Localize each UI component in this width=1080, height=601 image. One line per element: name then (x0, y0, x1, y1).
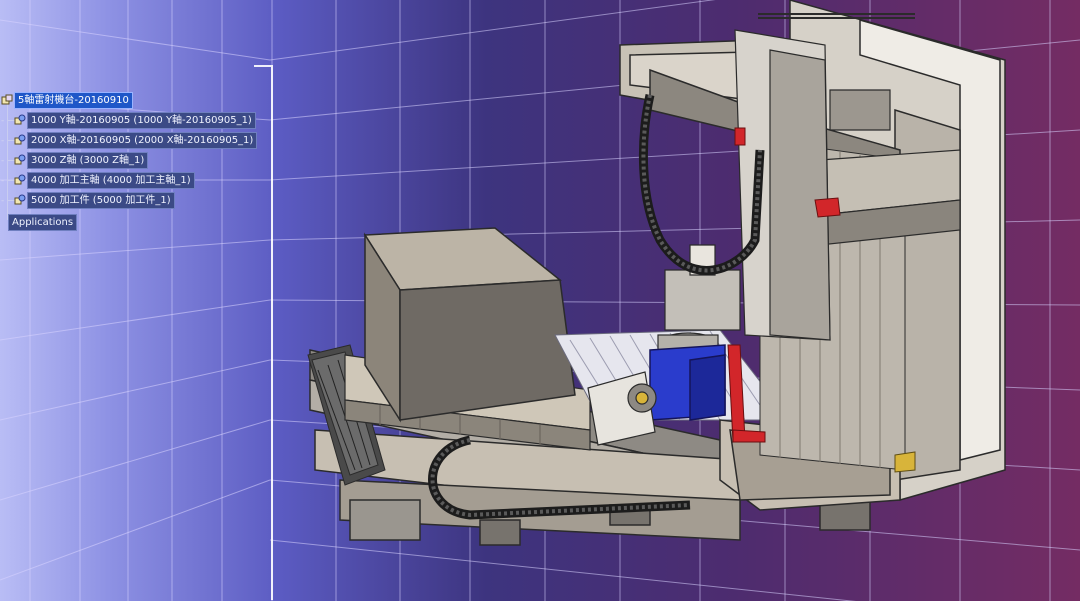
expand-icon[interactable]: - (1, 115, 4, 127)
motor-yellow (894, 451, 916, 473)
tree-node-1000-y-axis[interactable]: - 1000 Y軸-20160905 (1000 Y軸-20160905_1) (0, 112, 256, 129)
tree-node-label: 1000 Y軸-20160905 (1000 Y軸-20160905_1) (27, 112, 256, 129)
part-icon (14, 194, 26, 205)
tree-node-label: 4000 加工主軸 (4000 加工主軸_1) (27, 172, 195, 189)
3d-viewport[interactable]: 5軸雷射機台-20160910 - 1000 Y軸-20160905 (1000… (0, 0, 1080, 601)
expand-icon[interactable]: - (1, 175, 4, 187)
part-icon (14, 114, 26, 125)
tree-node-2000-x-axis[interactable]: - 2000 X軸-20160905 (2000 X軸-20160905_1) (0, 132, 258, 149)
expand-icon[interactable]: - (1, 155, 4, 167)
tree-node-label: 5軸雷射機台-20160910 (14, 92, 133, 109)
tree-node-applications[interactable]: Applications (0, 214, 120, 231)
part-icon (14, 174, 26, 185)
tree-node-5000-workpiece[interactable]: - 5000 加工件 (5000 加工件_1) (0, 192, 240, 209)
workpiece-box (363, 227, 576, 423)
tree-node-root[interactable]: 5軸雷射機台-20160910 (0, 92, 140, 109)
part-icon (14, 134, 26, 145)
tree-node-label: 3000 Z軸 (3000 Z軸_1) (27, 152, 149, 169)
product-icon (1, 94, 13, 105)
tree-node-4000-spindle[interactable]: - 4000 加工主軸 (4000 加工主軸_1) (0, 172, 240, 189)
tree-node-label: 2000 X軸-20160905 (2000 X軸-20160905_1) (27, 132, 258, 149)
expand-icon[interactable]: - (1, 195, 4, 207)
part-icon (14, 154, 26, 165)
rotary-head-blue (649, 344, 726, 421)
specification-tree: 5軸雷射機台-20160910 - 1000 Y軸-20160905 (1000… (0, 0, 300, 240)
expand-icon[interactable]: - (1, 135, 4, 147)
tree-node-3000-z-axis[interactable]: - 3000 Z軸 (3000 Z軸_1) (0, 152, 240, 169)
tree-node-label: Applications (8, 214, 78, 231)
tree-node-label: 5000 加工件 (5000 加工件_1) (27, 192, 175, 209)
